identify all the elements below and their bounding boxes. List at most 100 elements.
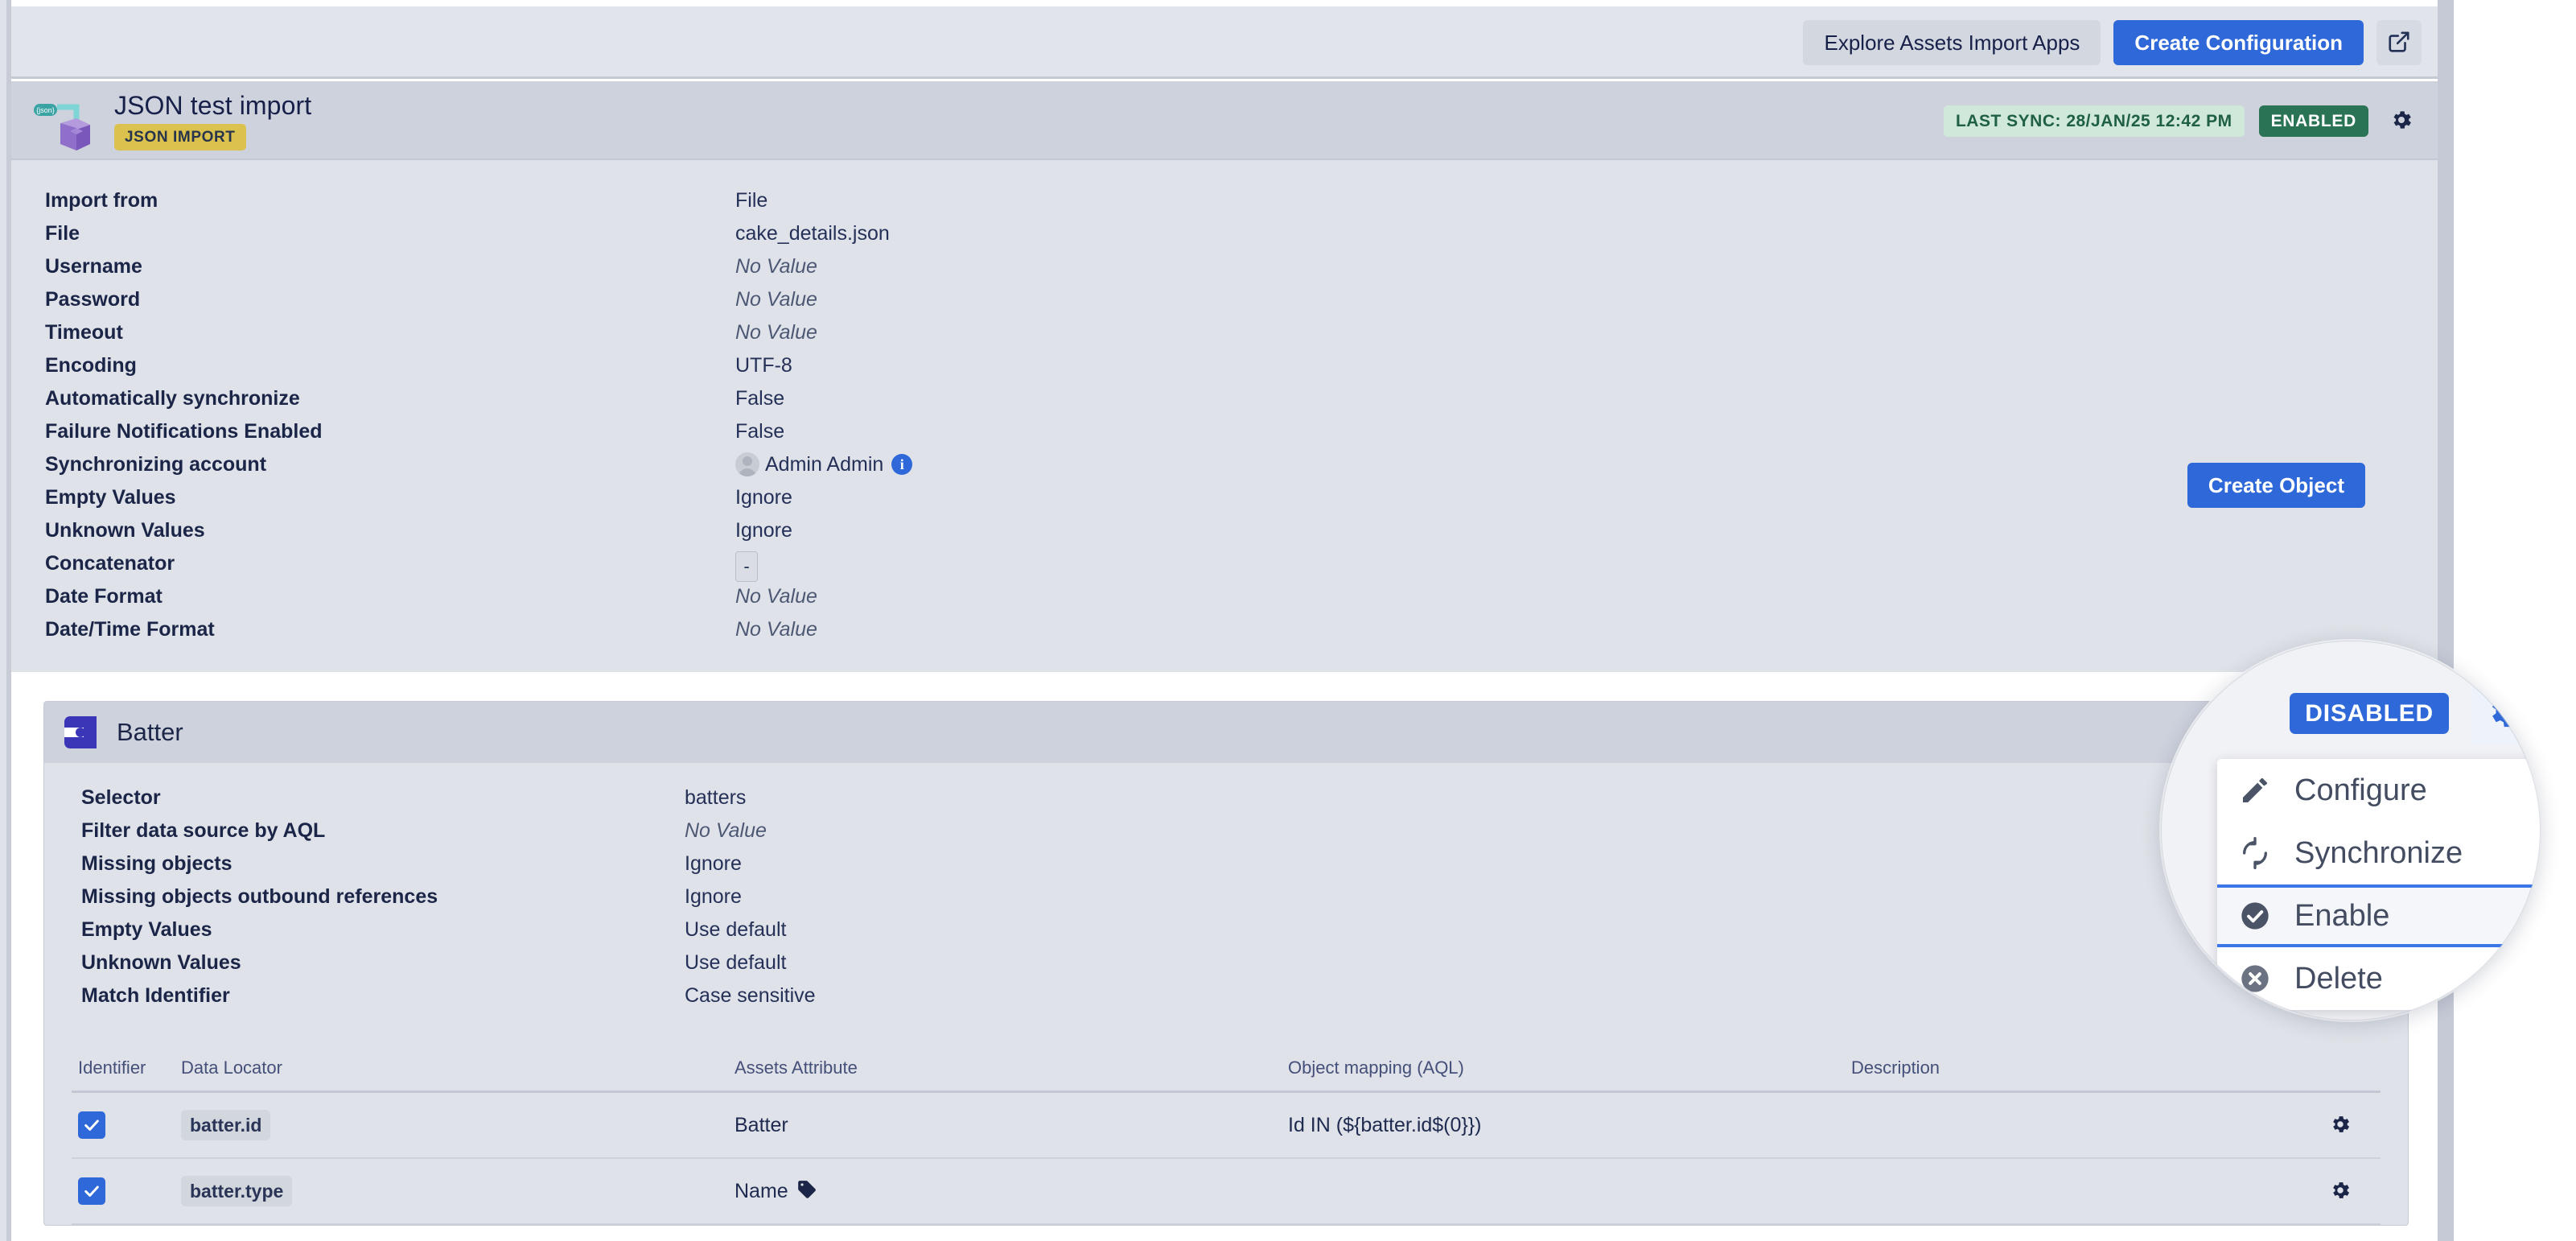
svg-text:{json}: {json} — [36, 106, 55, 114]
detail-value: No Value — [735, 585, 817, 608]
gear-icon — [2329, 1179, 2352, 1204]
detail-row-concatenator: Concatenator - — [45, 551, 1976, 584]
detail-row: Date/Time Format No Value — [45, 617, 1976, 650]
detail-row: Date Format No Value — [45, 584, 1976, 617]
cell-assets-attribute: Batter — [735, 1113, 788, 1136]
column-header-identifier: Identifier — [78, 1058, 146, 1078]
menu-item-synchronize[interactable]: Synchronize — [2217, 822, 2541, 884]
object-detail-key: Unknown Values — [81, 951, 241, 974]
column-header-assets-attribute: Assets Attribute — [735, 1058, 858, 1078]
configuration-actions-button[interactable] — [2383, 102, 2420, 139]
cell-assets-attribute: Name — [735, 1179, 1288, 1204]
row-actions-button[interactable] — [2322, 1173, 2359, 1210]
data-locator-pill: batter.type — [181, 1176, 293, 1206]
menu-item-label: Enable — [2294, 898, 2390, 933]
object-detail-value: No Value — [685, 819, 767, 842]
gear-icon — [2389, 108, 2413, 134]
detail-row: Import from File — [45, 188, 1976, 221]
cross-circle-icon — [2238, 962, 2272, 996]
right-gutter — [2438, 0, 2454, 1241]
import-type-badge: JSON IMPORT — [114, 124, 246, 150]
detail-key: Encoding — [45, 354, 137, 377]
create-configuration-button[interactable]: Create Configuration — [2113, 20, 2364, 65]
detail-key: Concatenator — [45, 552, 175, 575]
info-icon[interactable]: i — [891, 454, 913, 475]
gear-icon — [2329, 1113, 2352, 1138]
explore-assets-import-apps-button[interactable]: Explore Assets Import Apps — [1803, 20, 2101, 65]
detail-key: Date/Time Format — [45, 618, 215, 641]
cell-data-locator: batter.id — [181, 1110, 735, 1140]
menu-item-configure[interactable]: Configure — [2217, 759, 2541, 822]
magnified-actions-button[interactable] — [2471, 681, 2541, 745]
menu-item-label: Synchronize — [2294, 835, 2463, 870]
top-action-group: Explore Assets Import Apps Create Config… — [1803, 20, 2422, 65]
row-actions-button[interactable] — [2322, 1107, 2359, 1144]
detail-key: Unknown Values — [45, 519, 205, 542]
detail-key: Synchronizing account — [45, 453, 267, 476]
attribute-mapping-table: Identifier Data Locator Assets Attribute… — [72, 1045, 2381, 1225]
detail-row: Username No Value — [45, 254, 1976, 287]
detail-key: File — [45, 222, 80, 245]
object-detail-value: Ignore — [685, 885, 742, 908]
column-header-description: Description — [1851, 1058, 1940, 1078]
configuration-status-group: LAST SYNC: 28/JAN/25 12:42 PM ENABLED — [1943, 81, 2420, 160]
object-detail-value: Ignore — [685, 852, 742, 875]
magnified-status-row: DISABLED — [2161, 681, 2541, 745]
detail-row: Timeout No Value — [45, 320, 1976, 353]
external-link-icon — [2387, 30, 2411, 56]
identifier-checkbox[interactable] — [78, 1111, 105, 1139]
detail-row: Empty Values Ignore — [45, 485, 1976, 518]
table-row: batter.id Batter Id IN (${batter.id$(0}}… — [72, 1093, 2381, 1159]
object-detail-row: Missing objects outbound references Igno… — [81, 884, 1932, 917]
object-type-card-body: Selector batters Filter data source by A… — [44, 763, 2408, 1225]
detail-value: File — [735, 189, 768, 212]
configuration-details-list: Import from File File cake_details.json … — [45, 188, 1976, 650]
detail-value: No Value — [735, 321, 817, 344]
object-detail-key: Empty Values — [81, 918, 212, 941]
open-in-new-window-button[interactable] — [2376, 20, 2422, 65]
configuration-title-block: JSON test import JSON IMPORT — [114, 93, 311, 150]
page-title: JSON test import — [114, 91, 312, 120]
app-root: Explore Assets Import Apps Create Config… — [0, 0, 2576, 1241]
detail-value: Admin Admin i — [735, 452, 913, 476]
object-type-card: Batter Selector batters Filter data sour… — [43, 701, 2409, 1226]
configuration-header: {json} JSON test import JSON IMPORT LAST… — [11, 81, 2438, 160]
object-detail-value: Case sensitive — [685, 984, 816, 1007]
magnifier-overlay: DISABLED Configure Synchronize Enable De… — [2161, 641, 2541, 1020]
detail-row-synchronizing-account: Synchronizing account Admin Admin i — [45, 452, 1976, 485]
detail-value: False — [735, 420, 785, 443]
menu-item-enable[interactable]: Enable — [2217, 884, 2541, 947]
refresh-icon — [2238, 836, 2272, 870]
detail-value: No Value — [735, 255, 817, 278]
avatar — [735, 452, 759, 476]
object-detail-key: Match Identifier — [81, 984, 230, 1007]
object-detail-value: Use default — [685, 918, 787, 941]
detail-value: cake_details.json — [735, 222, 890, 245]
object-detail-row: Unknown Values Use default — [81, 950, 1932, 983]
object-type-card-header[interactable]: Batter — [44, 702, 2408, 763]
detail-key: Failure Notifications Enabled — [45, 420, 323, 443]
menu-item-delete[interactable]: Delete — [2217, 947, 2541, 1010]
detail-key: Password — [45, 288, 141, 311]
detail-key: Username — [45, 255, 142, 278]
account-link[interactable]: Admin Admin — [765, 452, 883, 476]
object-detail-key: Missing objects outbound references — [81, 885, 438, 908]
detail-value: No Value — [735, 618, 817, 641]
left-gutter-inner — [0, 0, 6, 1241]
detail-value: Ignore — [735, 519, 792, 542]
detail-key: Timeout — [45, 321, 123, 344]
configuration-details-panel: Import from File File cake_details.json … — [11, 160, 2438, 672]
detail-row: Encoding UTF-8 — [45, 353, 1976, 386]
create-object-button[interactable]: Create Object — [2187, 463, 2365, 508]
cell-data-locator: batter.type — [181, 1176, 735, 1206]
left-gutter — [0, 0, 11, 1241]
concatenator-value: - — [735, 551, 758, 582]
object-type-name: Batter — [117, 718, 183, 746]
detail-value: Ignore — [735, 486, 792, 509]
column-header-data-locator: Data Locator — [181, 1058, 282, 1078]
object-detail-key: Selector — [81, 786, 161, 809]
object-detail-value: Use default — [685, 951, 787, 974]
check-circle-icon — [2238, 899, 2272, 933]
object-detail-key: Filter data source by AQL — [81, 819, 326, 842]
identifier-checkbox[interactable] — [78, 1177, 105, 1205]
